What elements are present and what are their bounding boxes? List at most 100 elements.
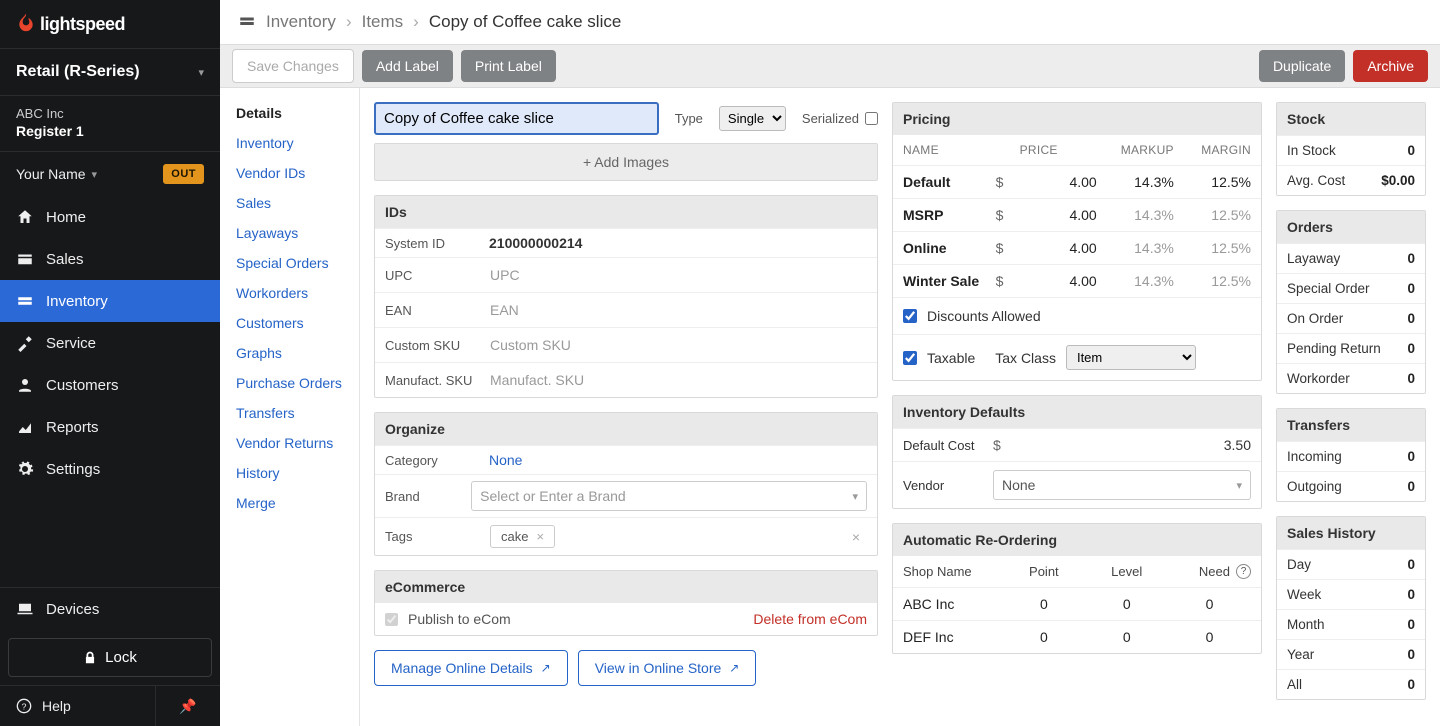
pricing-header-row: NAME PRICE MARKUP MARGIN [893, 135, 1261, 165]
add-images-button[interactable]: + Add Images [374, 143, 878, 181]
publish-ecom-row[interactable]: Publish to eCom [385, 611, 511, 627]
pricing-section: Pricing NAME PRICE MARKUP MARGIN Default… [892, 102, 1262, 381]
discounts-label: Discounts Allowed [927, 308, 1041, 324]
serialized-checkbox[interactable] [865, 112, 878, 125]
price-input[interactable]: 4.00 [1020, 207, 1097, 223]
default-cost-input[interactable]: 3.50 [1015, 437, 1251, 453]
nav-customers-label: Customers [46, 377, 119, 394]
crumb-inventory[interactable]: Inventory [266, 12, 336, 32]
archive-button[interactable]: Archive [1353, 50, 1428, 82]
price-row: Online $ 4.00 14.3% 12.5% [893, 231, 1261, 264]
category-link[interactable]: None [489, 452, 867, 468]
info-icon[interactable]: ? [1236, 564, 1251, 579]
nav-home-label: Home [46, 209, 86, 226]
item-title-input[interactable] [374, 102, 659, 135]
pin-icon: 📌 [179, 698, 196, 715]
sales-history-head: Sales History [1277, 517, 1425, 549]
tags-input[interactable]: cake × × [489, 524, 867, 549]
taxable-checkbox[interactable] [903, 351, 917, 365]
tab-layaways[interactable]: Layaways [220, 218, 359, 248]
tab-vendor-returns[interactable]: Vendor Returns [220, 428, 359, 458]
nav-customers[interactable]: Customers [0, 364, 220, 406]
reorder-point-input[interactable]: 0 [1002, 596, 1085, 612]
nav-reports-label: Reports [46, 419, 99, 436]
clock-status-badge[interactable]: OUT [163, 164, 204, 184]
serialized-label: Serialized [802, 111, 859, 126]
tab-special-orders[interactable]: Special Orders [220, 248, 359, 278]
reorder-section: Automatic Re-Ordering Shop Name Point Le… [892, 523, 1262, 654]
nav-inventory[interactable]: Inventory [0, 280, 220, 322]
tab-merge[interactable]: Merge [220, 488, 359, 518]
default-cost-label: Default Cost [903, 438, 983, 453]
user-row[interactable]: Your Name ▾ OUT [0, 152, 220, 196]
close-icon[interactable]: × [852, 529, 866, 545]
reorder-point-input[interactable]: 0 [1002, 629, 1085, 645]
lock-button[interactable]: Lock [8, 638, 212, 677]
pin-button[interactable]: 📌 [156, 686, 220, 726]
tax-class-select[interactable]: Item [1066, 345, 1196, 370]
help-label: Help [42, 698, 71, 714]
brand-label: Brand [385, 489, 463, 504]
organize-section: Organize Category None Brand Select or E… [374, 412, 878, 556]
user-name: Your Name [16, 166, 86, 182]
reorder-level-input[interactable]: 0 [1085, 629, 1168, 645]
duplicate-button[interactable]: Duplicate [1259, 50, 1345, 82]
crumb-items[interactable]: Items [362, 12, 404, 32]
nav-service[interactable]: Service [0, 322, 220, 364]
chevron-down-icon: ▾ [1236, 479, 1242, 492]
upc-input[interactable] [489, 264, 867, 286]
type-select[interactable]: Single [719, 106, 786, 131]
delete-from-ecom-link[interactable]: Delete from eCom [753, 611, 867, 627]
taxable-label: Taxable [927, 350, 975, 366]
tab-details[interactable]: Details [220, 98, 359, 128]
tag-chip[interactable]: cake × [490, 525, 555, 548]
price-row: Winter Sale $ 4.00 14.3% 12.5% [893, 264, 1261, 297]
tax-class-label: Tax Class [995, 350, 1056, 366]
add-label-button[interactable]: Add Label [362, 50, 453, 82]
reorder-row: DEF Inc 0 0 0 [893, 620, 1261, 653]
main-nav: Home Sales Inventory Service Customers R… [0, 196, 220, 587]
price-input[interactable]: 4.00 [1020, 174, 1097, 190]
tab-sales[interactable]: Sales [220, 188, 359, 218]
custom-sku-input[interactable] [489, 334, 867, 356]
nav-reports[interactable]: Reports [0, 406, 220, 448]
print-label-button[interactable]: Print Label [461, 50, 556, 82]
nav-home[interactable]: Home [0, 196, 220, 238]
nav-settings-label: Settings [46, 461, 100, 478]
category-label: Category [385, 453, 481, 468]
ean-input[interactable] [489, 299, 867, 321]
sales-history-section: Sales History Day0 Week0 Month0 Year0 Al… [1276, 516, 1426, 700]
nav-sales[interactable]: Sales [0, 238, 220, 280]
tab-vendor-ids[interactable]: Vendor IDs [220, 158, 359, 188]
tab-workorders[interactable]: Workorders [220, 278, 359, 308]
nav-settings[interactable]: Settings [0, 448, 220, 490]
transfers-section: Transfers Incoming0 Outgoing0 [1276, 408, 1426, 502]
manuf-sku-label: Manufact. SKU [385, 373, 481, 388]
price-input[interactable]: 4.00 [1020, 273, 1097, 289]
help-button[interactable]: ? Help [0, 686, 156, 726]
crumb-current: Copy of Coffee cake slice [429, 12, 621, 32]
series-dropdown[interactable]: Retail (R-Series) ▾ [0, 48, 220, 96]
manuf-sku-input[interactable] [489, 369, 867, 391]
tab-purchase-orders[interactable]: Purchase Orders [220, 368, 359, 398]
tab-graphs[interactable]: Graphs [220, 338, 359, 368]
publish-ecom-checkbox [385, 613, 398, 626]
tab-transfers[interactable]: Transfers [220, 398, 359, 428]
manage-online-button[interactable]: Manage Online Details ↗ [374, 650, 568, 686]
close-icon[interactable]: × [536, 529, 544, 544]
chevron-right-icon: › [346, 12, 352, 32]
brand-select[interactable]: Select or Enter a Brand ▾ [471, 481, 867, 511]
price-row: MSRP $ 4.00 14.3% 12.5% [893, 198, 1261, 231]
breadcrumb: Inventory › Items › Copy of Coffee cake … [220, 0, 1440, 44]
tab-inventory[interactable]: Inventory [220, 128, 359, 158]
reorder-head: Automatic Re-Ordering [893, 524, 1261, 556]
transfers-head: Transfers [1277, 409, 1425, 441]
tab-history[interactable]: History [220, 458, 359, 488]
nav-devices[interactable]: Devices [0, 588, 220, 630]
tab-customers[interactable]: Customers [220, 308, 359, 338]
discounts-checkbox[interactable] [903, 309, 917, 323]
vendor-select[interactable]: None ▾ [993, 470, 1251, 500]
reorder-level-input[interactable]: 0 [1085, 596, 1168, 612]
price-input[interactable]: 4.00 [1020, 240, 1097, 256]
view-online-store-button[interactable]: View in Online Store ↗ [578, 650, 757, 686]
